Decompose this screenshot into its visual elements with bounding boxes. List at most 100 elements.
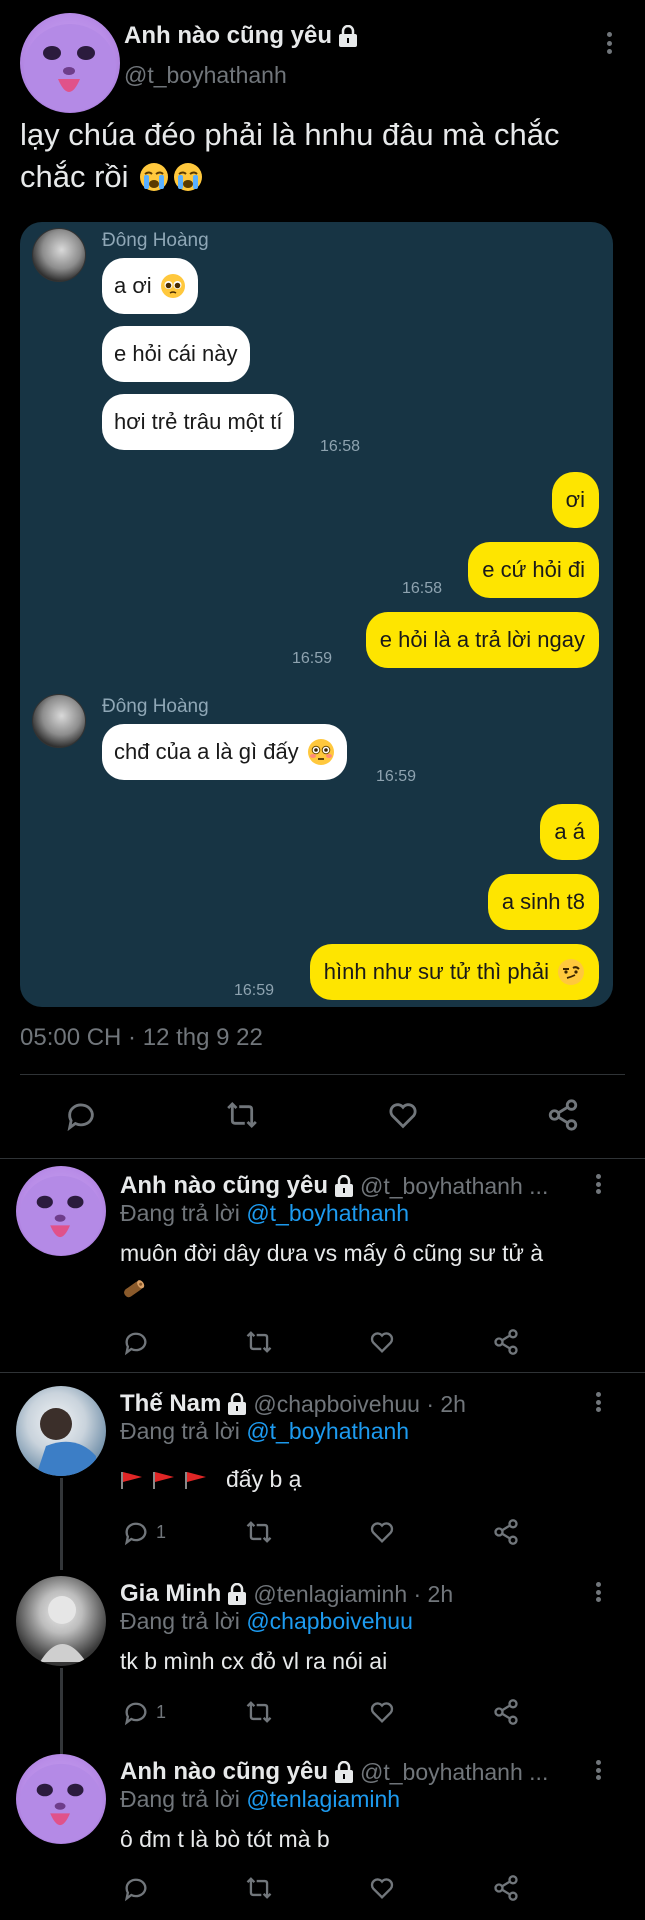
thread-line (60, 1478, 63, 1570)
reply-avatar[interactable] (16, 1386, 106, 1476)
reply-count: 1 (156, 1701, 167, 1722)
chat-bubble-outgoing: hình như sư tử thì phải (309, 944, 599, 1000)
divider (0, 1372, 645, 1373)
like-icon[interactable] (368, 1518, 396, 1546)
like-icon[interactable] (386, 1098, 420, 1132)
replying-to: Đang trả lời @chapboivehuu (120, 1608, 413, 1634)
reply-text: muôn đời dây dưa vs mấy ô cũng sư tử à (120, 1240, 544, 1266)
thread-line (60, 1668, 63, 1756)
chat-sender-name: Đông Hoàng (102, 696, 209, 717)
reply-header[interactable]: Anh nào cũng yêu @t_boyhathanh ... (120, 1172, 548, 1200)
share-icon[interactable] (492, 1328, 520, 1356)
reply-header[interactable]: Anh nào cũng yêu @t_boyhathanh ... (120, 1758, 548, 1786)
more-icon[interactable] (586, 1172, 610, 1196)
reply-author-name[interactable]: Anh nào cũng yêu (120, 1758, 328, 1786)
chat-timestamp: 16:58 (320, 438, 361, 455)
chat-bubble-incoming: a ơi (102, 258, 198, 314)
reply-avatar[interactable] (16, 1166, 106, 1256)
reply-handle[interactable]: @t_boyhathanh ... (360, 1759, 548, 1786)
reply-author-name[interactable]: Anh nào cũng yêu (120, 1172, 328, 1200)
chat-sender-avatar (32, 228, 86, 282)
replying-to: Đang trả lời @t_boyhathanh (120, 1418, 410, 1444)
chat-timestamp: 16:59 (234, 982, 275, 999)
retweet-icon[interactable] (224, 1098, 260, 1132)
more-icon[interactable] (597, 28, 621, 58)
chat-sender-avatar (32, 694, 86, 748)
mention-link[interactable]: @chapboivehuu (246, 1608, 413, 1634)
retweet-icon[interactable] (244, 1698, 274, 1726)
reply-handle[interactable]: @t_boyhathanh ... (360, 1173, 548, 1200)
like-icon[interactable] (368, 1874, 396, 1902)
reply-header[interactable]: Thế Nam @chapboivehuu · 2h (120, 1390, 466, 1418)
tweet-text-line2: chắc rồi (20, 159, 129, 194)
mention-link[interactable]: @t_boyhathanh (246, 1418, 409, 1444)
more-icon[interactable] (586, 1390, 610, 1414)
reply-count: 1 (156, 1521, 167, 1542)
chat-screenshot[interactable]: Đông Hoàng a ơi e hỏi cái này hơi trẻ tr… (20, 222, 613, 1007)
mention-link[interactable]: @t_boyhathanh (246, 1200, 409, 1226)
reply-handle[interactable]: @tenlagiaminh · 2h (253, 1581, 453, 1608)
lock-icon (335, 1761, 354, 1783)
lock-icon (228, 1393, 247, 1415)
more-icon[interactable] (586, 1580, 610, 1604)
lock-icon (335, 1175, 354, 1197)
reply-header[interactable]: Gia Minh @tenlagiaminh · 2h (120, 1580, 453, 1608)
share-icon[interactable] (492, 1874, 520, 1902)
chat-bubble-incoming: e hỏi cái này (102, 326, 250, 382)
crying-emoji (139, 162, 203, 192)
smirk-emoji (558, 959, 584, 985)
share-icon[interactable] (492, 1698, 520, 1726)
chat-timestamp: 16:58 (402, 580, 443, 597)
chat-bubble-incoming: chđ của a là gì đấy (102, 724, 347, 780)
divider (0, 1158, 645, 1159)
author-name-row[interactable]: Anh nào cũng yêu (124, 22, 358, 50)
reply-text-row: đấy b ạ (120, 1466, 301, 1493)
author-avatar[interactable] (20, 13, 120, 113)
author-name[interactable]: Anh nào cũng yêu (124, 22, 332, 50)
chat-bubble-outgoing: e hỏi là a trả lời ngay (365, 612, 599, 668)
divider (20, 1074, 625, 1075)
red-flag-icon (120, 1469, 210, 1491)
chat-sender-name: Đông Hoàng (102, 230, 209, 251)
reply-icon[interactable] (64, 1098, 98, 1132)
lock-icon (339, 25, 358, 47)
tweet-text-line1: lạy chúa đéo phải là hnhu đâu mà chắc (20, 117, 560, 152)
like-icon[interactable] (368, 1698, 396, 1726)
reply-avatar[interactable] (16, 1754, 106, 1844)
reply-handle[interactable]: @chapboivehuu · 2h (253, 1391, 466, 1418)
chat-bubble-outgoing: a sinh t8 (487, 874, 599, 930)
chat-bubble-incoming: hơi trẻ trâu một tí (102, 394, 295, 450)
reply-author-name[interactable]: Gia Minh (120, 1580, 221, 1608)
reply-icon[interactable] (122, 1328, 150, 1356)
retweet-icon[interactable] (244, 1518, 274, 1546)
reply-text: đấy b ạ (226, 1466, 302, 1492)
chat-bubble-outgoing: e cứ hỏi đi (468, 542, 599, 598)
lock-icon (228, 1583, 247, 1605)
share-icon[interactable] (546, 1098, 580, 1132)
chat-timestamp: 16:59 (292, 650, 333, 667)
reply-text: ô đm t là bò tót mà b (120, 1826, 330, 1852)
replying-to: Đang trả lời @tenlagiaminh (120, 1786, 401, 1812)
reply-author-name[interactable]: Thế Nam (120, 1390, 221, 1418)
reply-icon[interactable] (122, 1874, 150, 1902)
author-handle[interactable]: @t_boyhathanh (124, 62, 287, 89)
flushed-emoji (307, 739, 334, 765)
mention-link[interactable]: @tenlagiaminh (246, 1786, 400, 1812)
chat-timestamp: 16:59 (376, 768, 417, 785)
tweet-timestamp[interactable]: 05:00 CH · 12 thg 9 22 (20, 1024, 263, 1052)
tweet-text: lạy chúa đéo phải là hnhu đâu mà chắc ch… (20, 114, 630, 198)
log-emoji (120, 1276, 146, 1307)
retweet-icon[interactable] (244, 1328, 274, 1356)
pleading-emoji (160, 274, 185, 298)
more-icon[interactable] (586, 1758, 610, 1782)
chat-bubble-outgoing: a á (540, 804, 599, 860)
retweet-icon[interactable] (244, 1874, 274, 1902)
reply-icon[interactable]: 1 (122, 1698, 166, 1726)
share-icon[interactable] (492, 1518, 520, 1546)
reply-icon[interactable]: 1 (122, 1518, 166, 1546)
reply-text: tk b mình cx đỏ vl ra nói ai (120, 1648, 388, 1674)
chat-bubble-outgoing: ơi (551, 472, 599, 528)
like-icon[interactable] (368, 1328, 396, 1356)
reply-avatar[interactable] (16, 1576, 106, 1666)
replying-to: Đang trả lời @t_boyhathanh (120, 1200, 410, 1226)
